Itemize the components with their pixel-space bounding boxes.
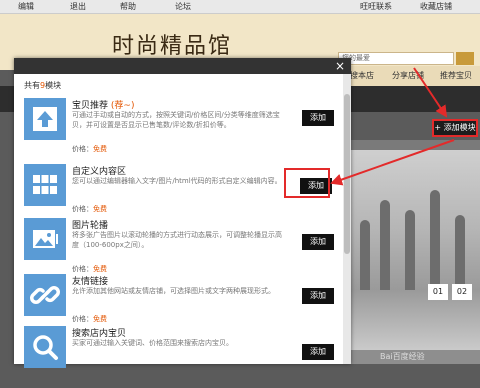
- arrow-annotation: [330, 67, 455, 186]
